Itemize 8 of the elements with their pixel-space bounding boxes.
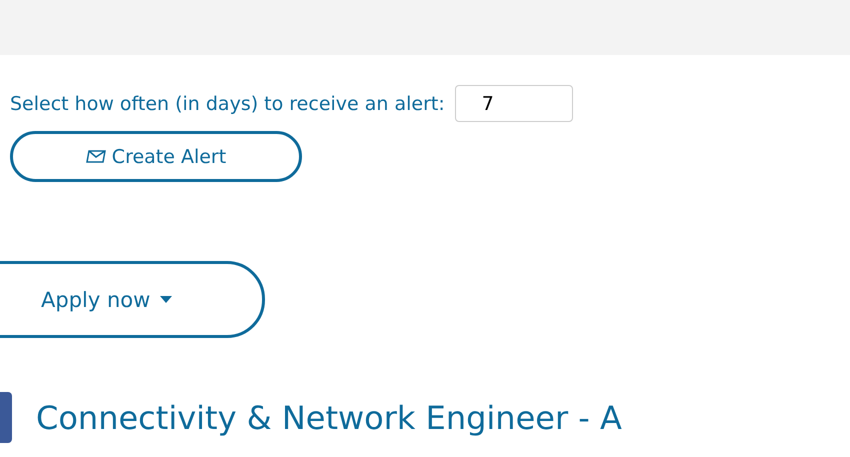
envelope-icon (86, 150, 106, 163)
alert-frequency-label: Select how often (in days) to receive an alert: (10, 92, 445, 114)
days-input-field[interactable]: 7 (454, 85, 573, 122)
job-title: Connectivity & Network Engineer - A (36, 398, 622, 436)
create-alert-button[interactable]: Create Alert (10, 131, 302, 182)
apply-now-button[interactable]: Apply now (0, 261, 265, 338)
square-icon (0, 392, 12, 443)
caret-icon (160, 296, 172, 303)
